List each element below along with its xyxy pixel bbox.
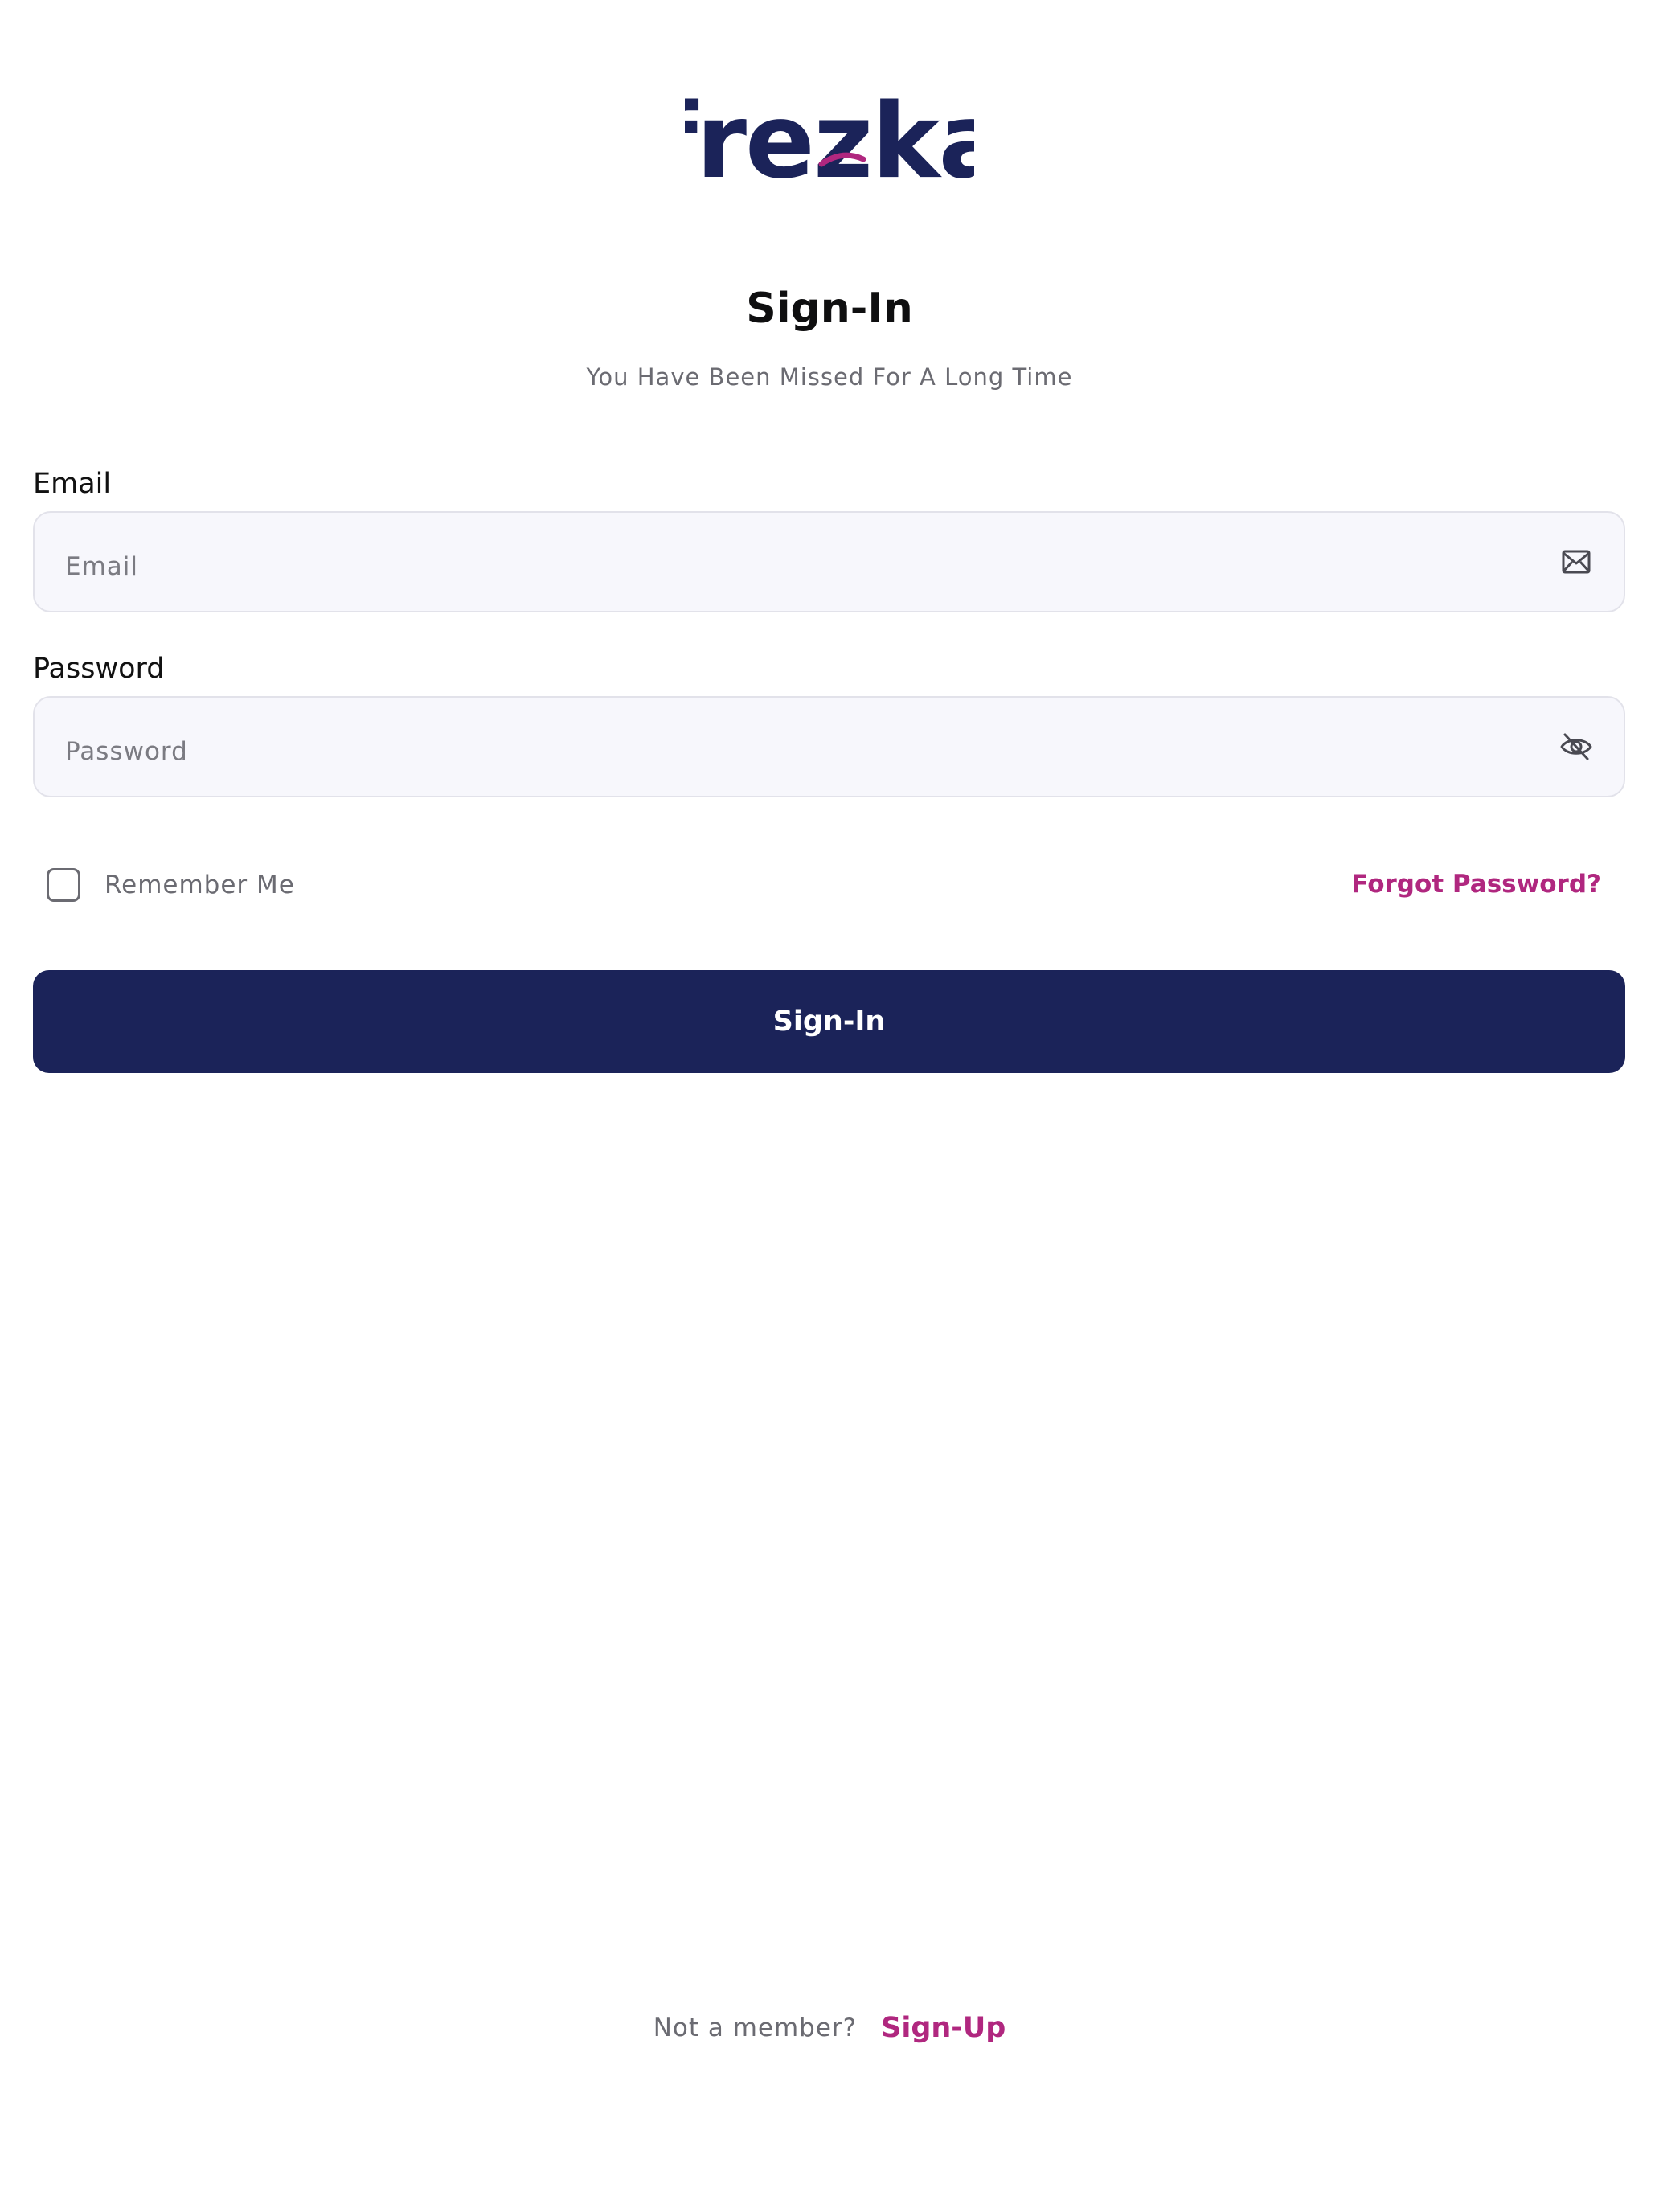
page-subtitle: You Have Been Missed For A Long Time (586, 363, 1073, 391)
password-label: Password (33, 653, 165, 685)
page-title: Sign-In (746, 285, 913, 333)
email-label: Email (33, 468, 112, 500)
email-input[interactable] (65, 513, 1528, 616)
mail-icon-graphic (1562, 550, 1591, 574)
email-field-container (33, 511, 1625, 616)
sign-in-button[interactable]: Sign-In (33, 970, 1625, 1073)
brand-logo: frezka (0, 96, 1659, 201)
footer: Not a member? Sign-Up (0, 2008, 1659, 2048)
sign-up-link[interactable]: Sign-Up (881, 2012, 1006, 2044)
brand-logo-text: frezka (685, 96, 974, 201)
remember-me-label[interactable]: Remember Me (104, 870, 295, 899)
password-input[interactable] (65, 698, 1528, 801)
remember-me-row: Remember Me (47, 865, 295, 905)
mail-icon (1558, 543, 1595, 580)
remember-me-checkbox[interactable] (47, 868, 80, 902)
not-a-member-text: Not a member? (653, 2013, 858, 2042)
brand-logo-graphic: frezka (685, 96, 974, 201)
eye-off-icon[interactable] (1558, 728, 1595, 765)
forgot-password-link[interactable]: Forgot Password? (1351, 870, 1601, 899)
password-field-container (33, 696, 1625, 801)
eye-off-icon-graphic (1560, 733, 1592, 760)
